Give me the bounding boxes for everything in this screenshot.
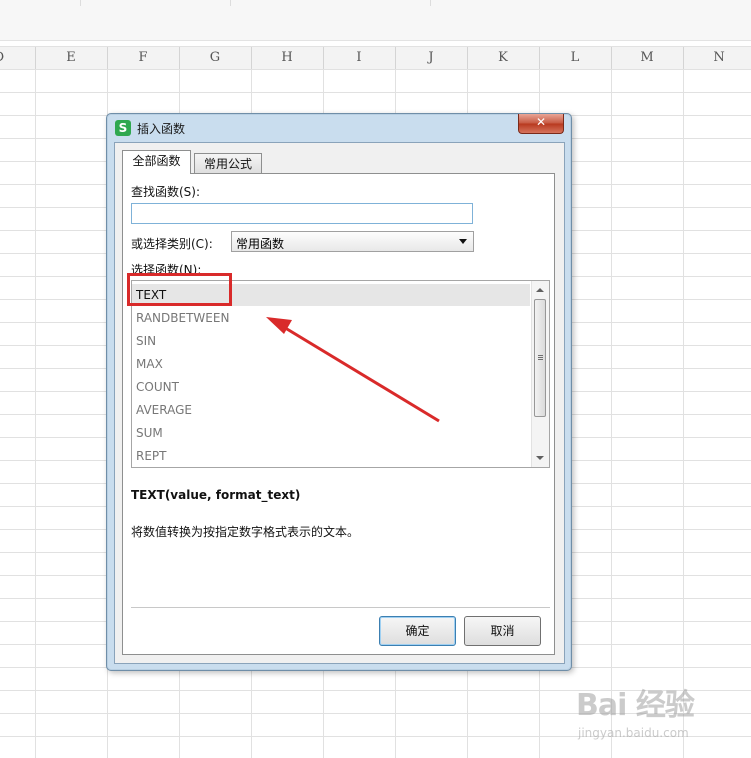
annotation-arrow-icon [266, 317, 440, 423]
watermark-brand: Bai 经验 [576, 688, 695, 723]
baidu-jingyan-watermark: Bai 经验 jingyan.baidu.com [576, 680, 746, 750]
watermark-url: jingyan.baidu.com [578, 726, 689, 740]
tab-all-functions[interactable]: 全部函数 [122, 150, 191, 174]
